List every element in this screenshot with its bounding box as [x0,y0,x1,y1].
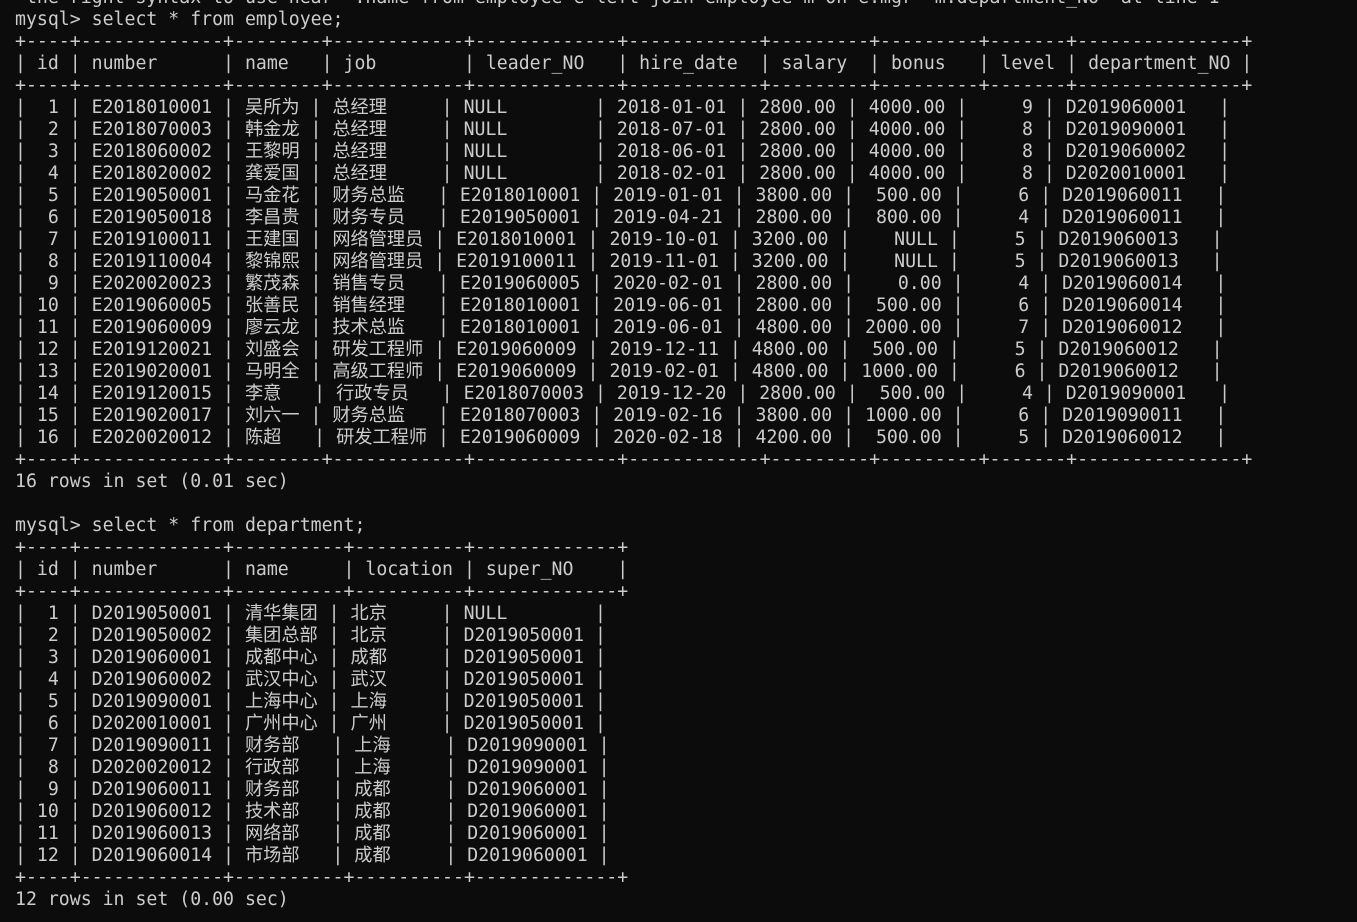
table-row: | 2 | D2019050002 | 集团总部 | 北京 | D2019050… [15,625,606,646]
table-row: | id | number | name | job | leader_NO |… [15,53,1253,74]
table-row: | 10 | D2019060012 | 技术部 | 成都 | D2019060… [15,801,610,822]
table-row: | 7 | E2019100011 | 王建国 | 网络管理员 | E20180… [15,229,1223,250]
table-row: | 12 | E2019120021 | 刘盛会 | 研发工程师 | E2019… [15,339,1223,360]
table-border-line: +----+-------------+----------+---------… [15,581,629,602]
table-row: | 7 | D2019090011 | 财务部 | 上海 | D20190900… [15,735,610,756]
table-row: | 11 | D2019060013 | 网络部 | 成都 | D2019060… [15,823,610,844]
table-row: | 6 | E2019050018 | 李昌贵 | 财务专员 | E201905… [15,207,1227,228]
table-row: | 1 | D2019050001 | 清华集团 | 北京 | NULL | [15,603,606,624]
table-row: | id | number | name | location | super_… [15,559,629,580]
table-row: | 5 | E2019050001 | 马金花 | 财务总监 | E201801… [15,185,1227,206]
result-summary: 16 rows in set (0.01 sec) [15,471,289,492]
table-row: | 1 | E2018010001 | 吴所为 | 总经理 | NULL | 2… [15,97,1231,118]
table-row: | 11 | E2019060009 | 廖云龙 | 技术总监 | E20180… [15,317,1227,338]
table-row: | 2 | E2018070003 | 韩金龙 | 总经理 | NULL | 2… [15,119,1231,140]
table-row: | 8 | D2020020012 | 行政部 | 上海 | D20190900… [15,757,610,778]
table-border-line: +----+-------------+--------+-----------… [15,449,1253,470]
table-row: | 10 | E2019060005 | 张善民 | 销售经理 | E20180… [15,295,1227,316]
table-row: | 4 | E2018020002 | 龚爱国 | 总经理 | NULL | 2… [15,163,1231,184]
table-border-line: +----+-------------+----------+---------… [15,537,629,558]
table-row: | 15 | E2019020017 | 刘六一 | 财务总监 | E20180… [15,405,1227,426]
table-border-line: +----+-------------+--------+-----------… [15,31,1253,52]
table-row: | 4 | D2019060002 | 武汉中心 | 武汉 | D2019050… [15,669,606,690]
command-prompt-line: mysql> select * from employee; [15,9,344,30]
table-border-line: +----+-------------+----------+---------… [15,867,629,888]
table-row: | 8 | E2019110004 | 黎锦熙 | 网络管理员 | E20191… [15,251,1223,272]
table-border-line: +----+-------------+--------+-----------… [15,75,1253,96]
table-row: | 3 | D2019060001 | 成都中心 | 成都 | D2019050… [15,647,606,668]
error-message-line: the right syntax to use near '.name from… [15,0,1252,9]
terminal-window[interactable]: the right syntax to use near '.name from… [0,0,1357,922]
command-prompt-line: mysql> select * from department; [15,515,366,536]
table-row: | 14 | E2019120015 | 李意 | 行政专员 | E201807… [15,383,1231,404]
table-row: | 6 | D2020010001 | 广州中心 | 广州 | D2019050… [15,713,606,734]
result-summary: 12 rows in set (0.00 sec) [15,889,289,910]
table-row: | 9 | D2019060011 | 财务部 | 成都 | D20190600… [15,779,610,800]
table-row: | 9 | E2020020023 | 繁茂森 | 销售专员 | E201906… [15,273,1227,294]
table-row: | 12 | D2019060014 | 市场部 | 成都 | D2019060… [15,845,610,866]
table-row: | 16 | E2020020012 | 陈超 | 研发工程师 | E20190… [15,427,1227,448]
table-row: | 13 | E2019020001 | 马明全 | 高级工程师 | E2019… [15,361,1223,382]
table-row: | 3 | E2018060002 | 王黎明 | 总经理 | NULL | 2… [15,141,1231,162]
terminal-output: the right syntax to use near '.name from… [15,0,1252,911]
table-row: | 5 | D2019090001 | 上海中心 | 上海 | D2019050… [15,691,606,712]
